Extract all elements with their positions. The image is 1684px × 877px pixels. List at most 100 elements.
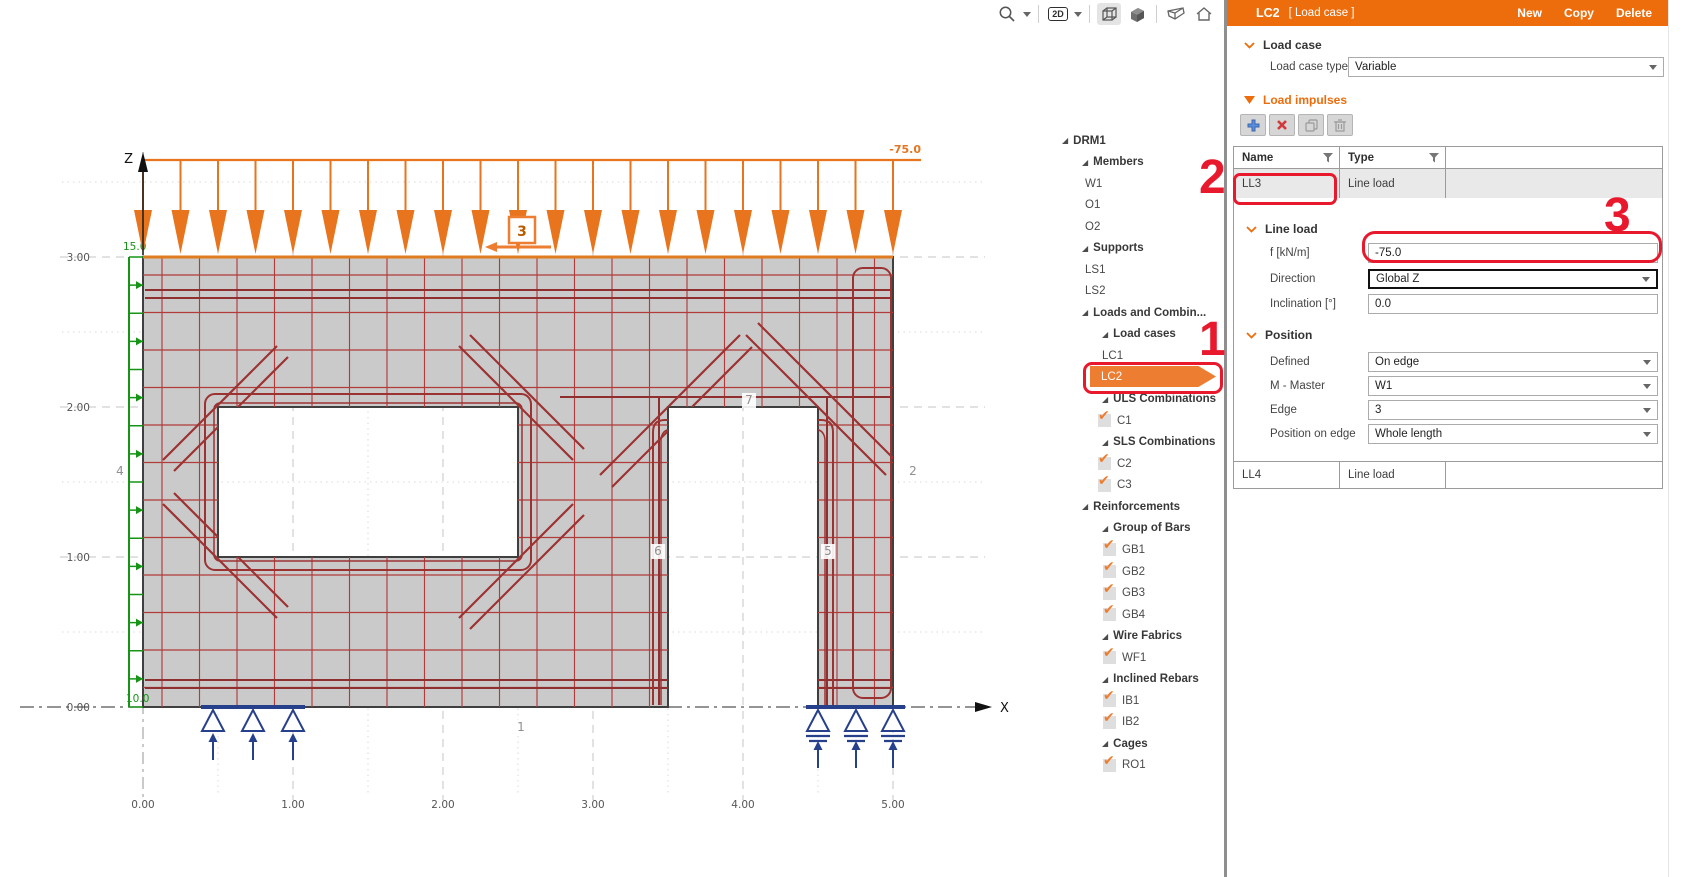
tree-item-members[interactable]: ◢Members [1082, 153, 1144, 172]
visibility-checkbox[interactable]: ✔ [1103, 587, 1116, 600]
impulse-row-ll3-name[interactable]: LL3 [1233, 168, 1340, 199]
impulse-row-ll4-blank[interactable] [1445, 461, 1663, 489]
expander-icon[interactable]: ◢ [1102, 739, 1108, 748]
line-load-section-header[interactable]: Line load [1246, 222, 1318, 236]
tree-item-c2[interactable]: ✔C2 [1098, 454, 1132, 473]
add-impulse-button[interactable] [1240, 114, 1266, 136]
filter-icon[interactable] [1429, 153, 1439, 163]
expander-icon[interactable]: ◢ [1102, 330, 1108, 339]
tree-item-inclined-rebars[interactable]: ◢Inclined Rebars [1102, 670, 1199, 689]
check-icon: ✔ [1103, 537, 1115, 553]
model-canvas[interactable]: X15.010.0-75.03Z1245670.001.002.003.004.… [0, 0, 1040, 877]
tree-item-ib1[interactable]: ✔IB1 [1103, 691, 1139, 710]
expand-triangle-icon [1244, 96, 1255, 104]
f-input[interactable]: -75.0 [1368, 243, 1658, 263]
expander-icon[interactable]: ◢ [1102, 395, 1108, 404]
application-window: X15.010.0-75.03Z1245670.001.002.003.004.… [0, 0, 1684, 877]
expander-icon[interactable]: ◢ [1102, 438, 1108, 447]
tree-item-o1[interactable]: O1 [1085, 196, 1100, 215]
position-select[interactable]: Whole length [1368, 424, 1658, 444]
tree-item-ls1[interactable]: LS1 [1085, 260, 1105, 279]
defined-select[interactable]: On edge [1368, 352, 1658, 372]
tree-item-ro1[interactable]: ✔RO1 [1103, 756, 1146, 775]
field-label: M - Master [1270, 380, 1325, 392]
tree-item-gb1[interactable]: ✔GB1 [1103, 540, 1145, 559]
expander-icon[interactable]: ◢ [1102, 632, 1108, 641]
visibility-checkbox[interactable]: ✔ [1098, 457, 1111, 470]
visibility-checkbox[interactable]: ✔ [1103, 759, 1116, 772]
tree-item-sls-combinations[interactable]: ◢SLS Combinations [1102, 433, 1215, 452]
impulse-row-ll3-type[interactable]: Line load [1339, 168, 1446, 199]
position-section-header[interactable]: Position [1246, 328, 1312, 342]
edge-3-marker: 3 [517, 224, 527, 240]
visibility-checkbox[interactable]: ✔ [1098, 479, 1111, 492]
m-select[interactable]: W1 [1368, 376, 1658, 396]
expander-icon[interactable]: ◢ [1082, 502, 1088, 511]
delete-button[interactable]: Delete [1616, 6, 1652, 20]
expander-icon[interactable]: ◢ [1062, 136, 1068, 145]
copy-impulse-button[interactable] [1298, 114, 1324, 136]
panel-scroll-area[interactable] [1668, 0, 1684, 877]
remove-impulse-button[interactable] [1269, 114, 1295, 136]
edge-select[interactable]: 3 [1368, 400, 1658, 420]
tree-item-loads-and-combin[interactable]: ◢Loads and Combin... [1082, 303, 1206, 322]
tree-item-cages[interactable]: ◢Cages [1102, 734, 1148, 753]
impulse-row-ll4-name[interactable]: LL4 [1233, 461, 1340, 489]
check-icon: ✔ [1103, 645, 1115, 661]
inclination-input[interactable]: 0.0 [1368, 294, 1658, 314]
tree-item-c3[interactable]: ✔C3 [1098, 476, 1132, 495]
tree-item-gb3[interactable]: ✔GB3 [1103, 584, 1145, 603]
new-button[interactable]: New [1517, 6, 1542, 20]
copy-button[interactable]: Copy [1564, 6, 1594, 20]
load-impulses-section-header[interactable]: Load impulses [1244, 93, 1347, 107]
table-header-type[interactable]: Type [1339, 146, 1446, 169]
tree-item-lc2-selected[interactable]: LC2 [1090, 366, 1216, 387]
tree-item-drm1[interactable]: ◢DRM1 [1062, 131, 1106, 150]
tree-item-supports[interactable]: ◢Supports [1082, 239, 1144, 258]
filter-icon[interactable] [1323, 153, 1333, 163]
tree-item-reinforcements[interactable]: ◢Reinforcements [1082, 497, 1180, 516]
visibility-checkbox[interactable]: ✔ [1103, 565, 1116, 578]
chevron-down-icon [1643, 360, 1651, 365]
zoom-icon[interactable] [995, 3, 1019, 25]
tree-item-c1[interactable]: ✔C1 [1098, 411, 1132, 430]
expander-icon[interactable]: ◢ [1102, 524, 1108, 533]
impulse-row-ll4-type[interactable]: Line load [1339, 461, 1446, 489]
point-supports[interactable] [201, 705, 905, 768]
tree-item-gb4[interactable]: ✔GB4 [1103, 605, 1145, 624]
direction-select[interactable]: Global Z [1368, 269, 1658, 289]
tree-item-gb2[interactable]: ✔GB2 [1103, 562, 1145, 581]
tree-item-ib2[interactable]: ✔IB2 [1103, 713, 1139, 732]
tree-item-o2[interactable]: O2 [1085, 217, 1100, 236]
visibility-checkbox[interactable]: ✔ [1103, 651, 1116, 664]
expander-icon[interactable]: ◢ [1102, 675, 1108, 684]
tree-item-lc1[interactable]: LC1 [1102, 347, 1123, 366]
tree-item-w1[interactable]: W1 [1085, 174, 1102, 193]
tree-item-group-of-bars[interactable]: ◢Group of Bars [1102, 519, 1190, 538]
svg-text:1: 1 [517, 720, 525, 734]
expander-icon[interactable]: ◢ [1082, 244, 1088, 253]
load-case-section-header[interactable]: Load case [1244, 38, 1322, 52]
table-header-name[interactable]: Name [1233, 146, 1340, 169]
line-load-ll3[interactable]: -75.03 [134, 143, 921, 254]
tree-item-wire-fabrics[interactable]: ◢Wire Fabrics [1102, 627, 1182, 646]
check-icon: ✔ [1103, 581, 1115, 597]
expander-icon[interactable]: ◢ [1082, 308, 1088, 317]
visibility-checkbox[interactable]: ✔ [1098, 414, 1111, 427]
tree-item-load-cases[interactable]: ◢Load cases [1102, 325, 1176, 344]
svg-text:2.00: 2.00 [67, 402, 90, 414]
load-case-type-select[interactable]: Variable [1348, 57, 1664, 77]
visibility-checkbox[interactable]: ✔ [1103, 608, 1116, 621]
visibility-checkbox[interactable]: ✔ [1103, 543, 1116, 556]
tree-item-uls-combinations[interactable]: ◢ULS Combinations [1102, 390, 1216, 409]
visibility-checkbox[interactable]: ✔ [1103, 716, 1116, 729]
delete-impulse-button[interactable] [1327, 114, 1353, 136]
visibility-checkbox[interactable]: ✔ [1103, 694, 1116, 707]
collapse-chevron-icon [1246, 226, 1257, 233]
field-label: Edge [1270, 404, 1297, 416]
toolbar-divider [1038, 5, 1039, 23]
expander-icon[interactable]: ◢ [1082, 158, 1088, 167]
tree-item-ls2[interactable]: LS2 [1085, 282, 1105, 301]
tree-item-wf1[interactable]: ✔WF1 [1103, 648, 1146, 667]
zoom-dropdown-icon[interactable] [1023, 12, 1031, 17]
